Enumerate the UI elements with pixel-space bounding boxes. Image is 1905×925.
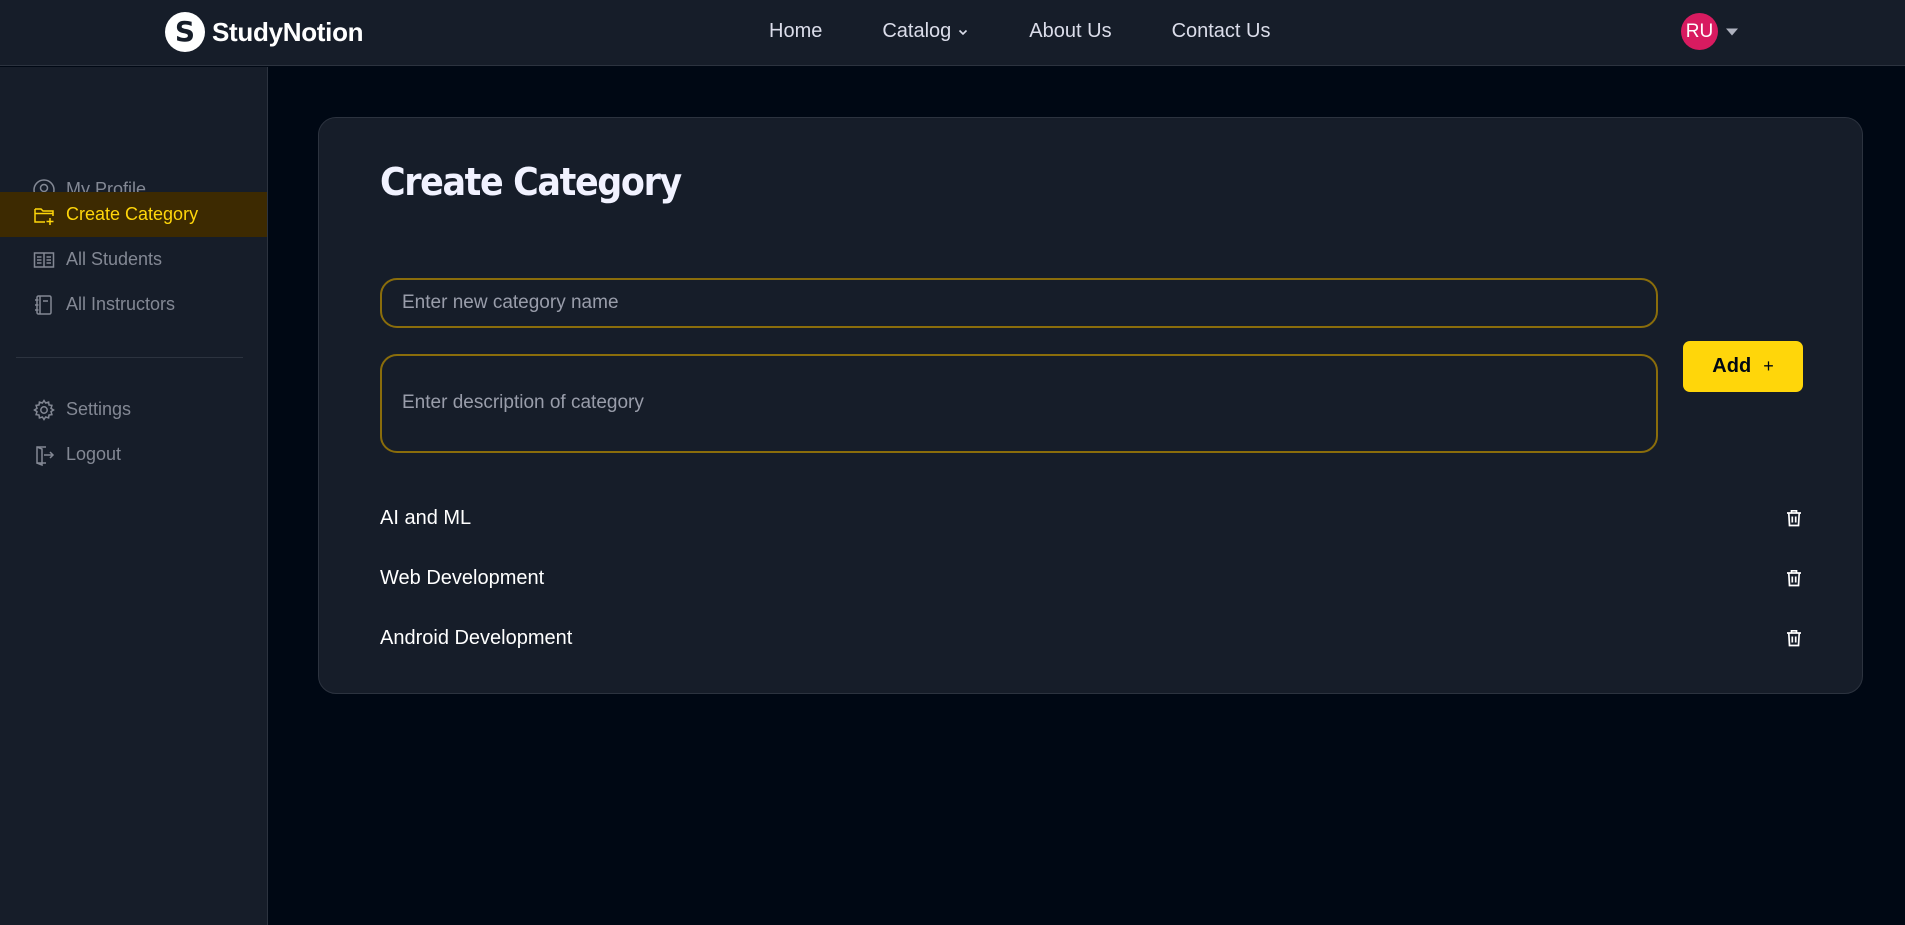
logo[interactable]: S StudyNotion bbox=[165, 12, 364, 52]
category-row: Web Development bbox=[380, 563, 1804, 593]
delete-category-button[interactable] bbox=[1784, 568, 1804, 588]
category-row: AI and ML bbox=[380, 503, 1804, 533]
gear-icon bbox=[33, 398, 55, 421]
sidebar-item-settings[interactable]: Settings bbox=[0, 387, 267, 432]
chevron-down-icon bbox=[959, 29, 968, 35]
nav-catalog-label: Catalog bbox=[882, 20, 952, 42]
folder-plus-icon bbox=[34, 207, 54, 225]
category-name: AI and ML bbox=[380, 506, 472, 529]
avatar: RU bbox=[1681, 13, 1718, 50]
nav-about[interactable]: About Us bbox=[1029, 20, 1111, 43]
sidebar: My Profile Create Category All Students bbox=[0, 67, 268, 925]
category-row: Android Development bbox=[380, 623, 1804, 653]
add-button-label: Add bbox=[1712, 355, 1752, 377]
add-category-button[interactable]: Add + bbox=[1683, 341, 1803, 392]
trash-icon bbox=[1787, 569, 1801, 587]
category-name-input[interactable] bbox=[380, 278, 1658, 328]
logo-letter: S bbox=[174, 15, 196, 48]
nav-contact[interactable]: Contact Us bbox=[1172, 20, 1271, 43]
profile-dropdown[interactable]: RU bbox=[1681, 13, 1739, 50]
top-navbar: S StudyNotion Home Catalog About Us Cont… bbox=[0, 0, 1905, 66]
sidebar-item-label: All Instructors bbox=[66, 294, 176, 314]
sidebar-item-label: Create Category bbox=[66, 204, 199, 224]
logout-icon bbox=[36, 445, 55, 466]
category-name: Android Development bbox=[380, 626, 573, 649]
sidebar-item-all-students[interactable]: All Students bbox=[0, 237, 267, 282]
sidebar-item-all-instructors[interactable]: All Instructors bbox=[0, 282, 267, 327]
brand-name: StudyNotion bbox=[212, 16, 364, 47]
trash-icon bbox=[1787, 509, 1801, 527]
sidebar-item-label: All Students bbox=[66, 249, 163, 269]
category-name: Web Development bbox=[380, 566, 545, 589]
sidebar-divider bbox=[16, 357, 243, 358]
sidebar-item-create-category[interactable]: Create Category bbox=[0, 192, 267, 237]
notebook-icon bbox=[35, 294, 52, 315]
sidebar-item-logout[interactable]: Logout bbox=[0, 432, 267, 477]
book-open-icon bbox=[33, 251, 55, 268]
category-description-input[interactable] bbox=[380, 354, 1658, 453]
delete-category-button[interactable] bbox=[1784, 628, 1804, 648]
caret-down-icon bbox=[1726, 28, 1738, 35]
sidebar-item-label: Settings bbox=[66, 399, 132, 419]
logo-icon: S bbox=[165, 12, 205, 52]
create-category-card: Create Category Add + AI and ML Web Deve… bbox=[318, 117, 1863, 694]
nav-catalog[interactable]: Catalog bbox=[882, 20, 969, 43]
main-nav: Home Catalog About Us Contact Us bbox=[769, 20, 1271, 43]
delete-category-button[interactable] bbox=[1784, 508, 1804, 528]
plus-icon: + bbox=[1763, 356, 1774, 376]
page-title: Create Category bbox=[380, 160, 682, 204]
sidebar-item-label: Logout bbox=[66, 444, 122, 464]
nav-home[interactable]: Home bbox=[769, 20, 822, 43]
trash-icon bbox=[1787, 629, 1801, 647]
